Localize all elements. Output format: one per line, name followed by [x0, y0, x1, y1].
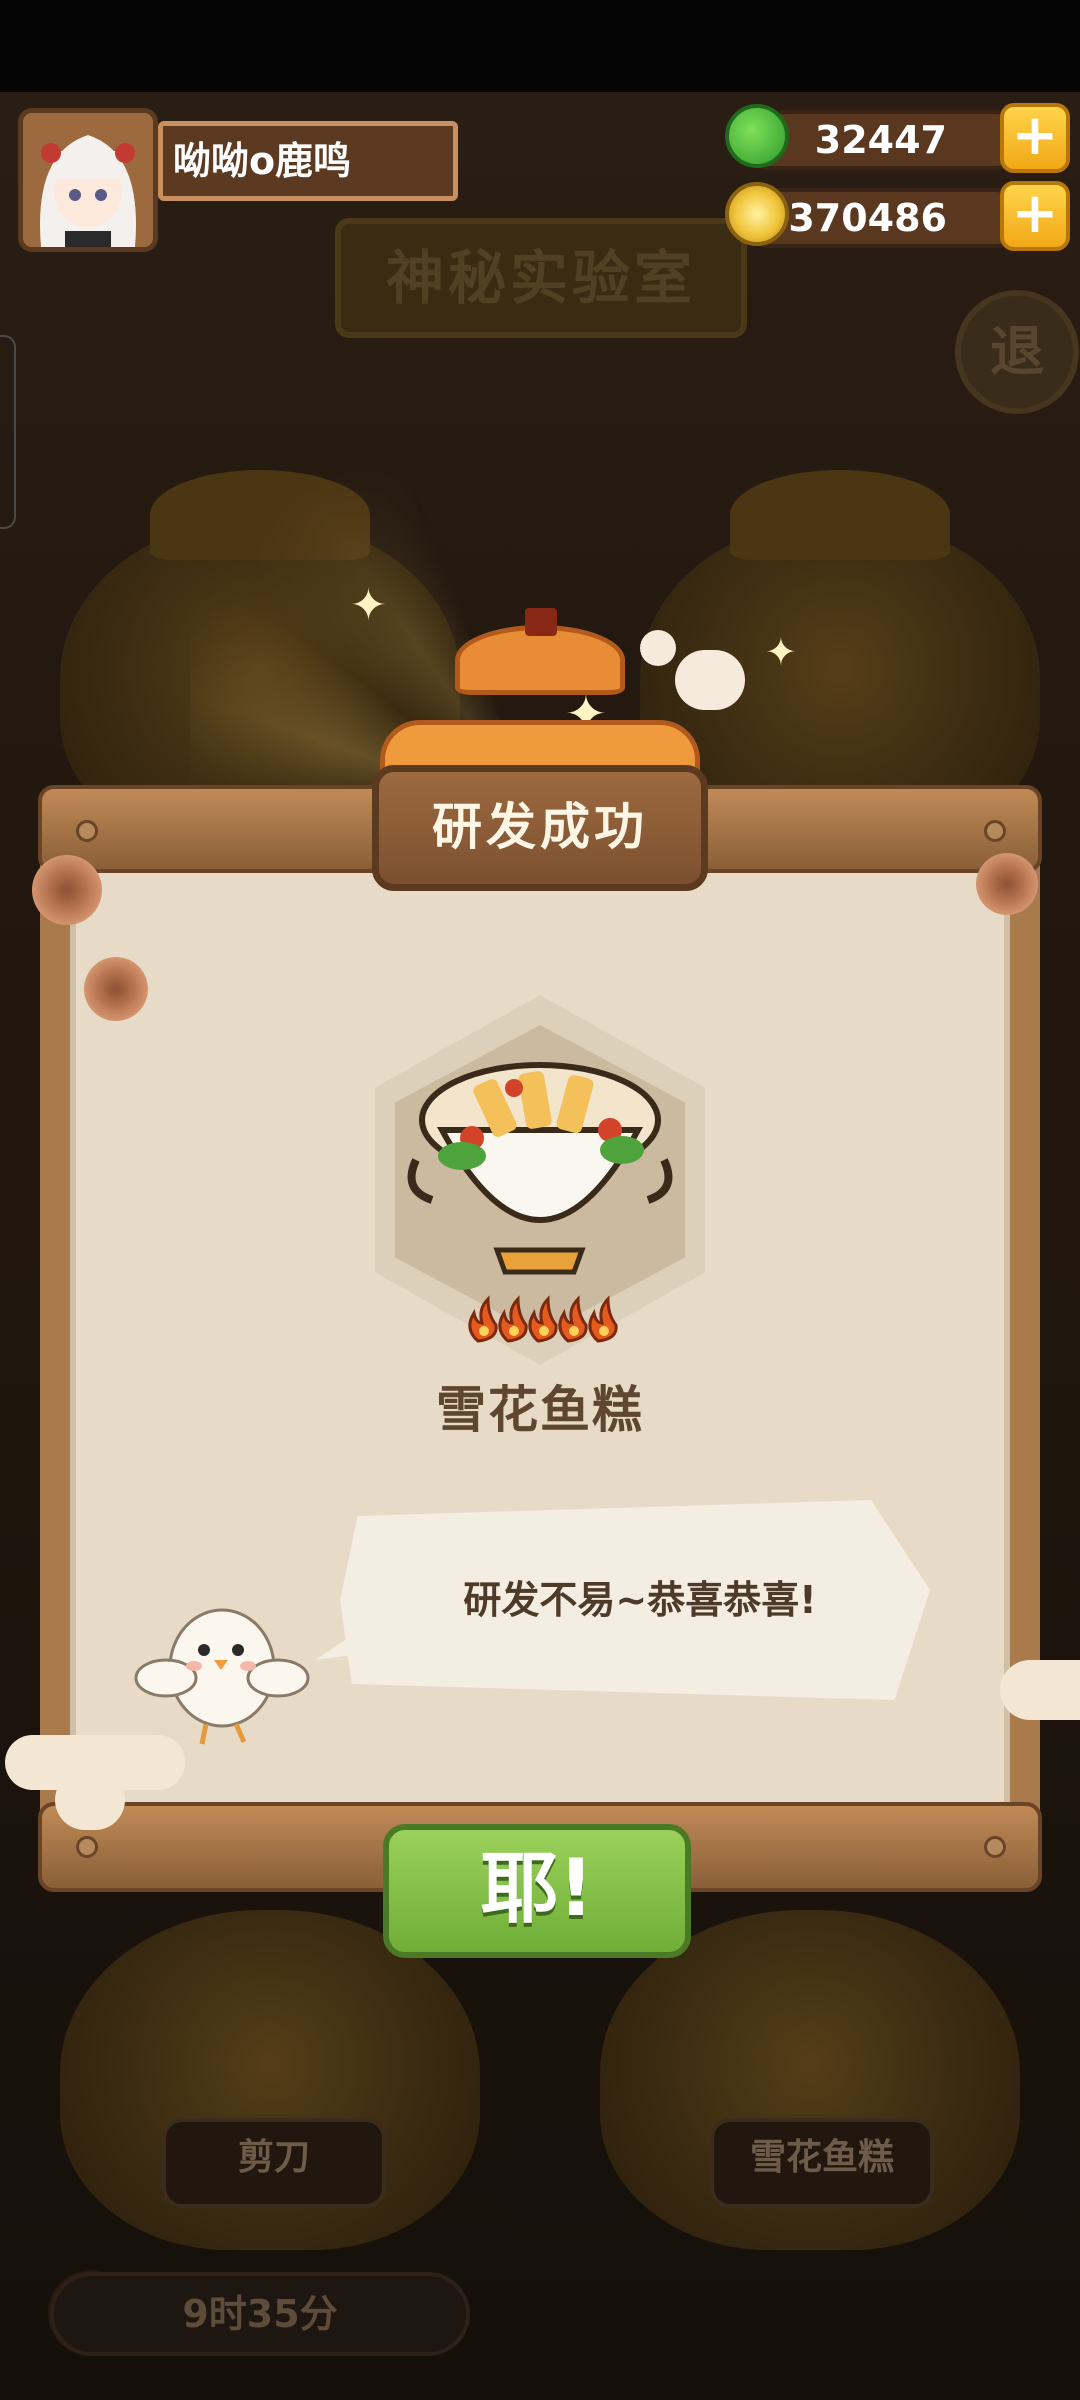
rivet [76, 820, 98, 842]
flower-ornament [84, 957, 148, 1021]
avatar-portrait [23, 113, 153, 247]
speech-message: 研发不易~恭喜恭喜! [463, 1578, 817, 1622]
steam-cloud [640, 630, 676, 666]
chick-mascot-icon [134, 1608, 310, 1745]
confirm-button[interactable]: 耶! [383, 1824, 691, 1958]
steam-cloud [675, 650, 745, 710]
cloud-ornament [1000, 1660, 1080, 1720]
side-drawer-handle[interactable] [0, 335, 16, 529]
rivet [984, 1836, 1006, 1858]
dialog-title: 研发成功 [372, 765, 708, 891]
rivet [76, 1836, 98, 1858]
dish-image [407, 1062, 673, 1275]
jade-icon [725, 104, 789, 168]
lab-title: 神秘实验室 [335, 218, 747, 338]
sparkle-icon: ✦ [350, 580, 387, 631]
add-coins-button[interactable]: + [1000, 181, 1070, 251]
timer-display: 9时35分 [50, 2272, 470, 2356]
flower-ornament [32, 855, 102, 925]
add-jade-button[interactable]: + [1000, 103, 1070, 173]
coin-icon [725, 182, 789, 246]
left-pot-label: 剪刀 [162, 2118, 386, 2208]
player-avatar[interactable] [18, 108, 158, 252]
status-bar [0, 0, 1080, 92]
rivet [984, 820, 1006, 842]
back-button[interactable]: 退 [955, 290, 1079, 414]
player-name: 呦呦o鹿鸣 [158, 121, 458, 201]
flame-rating-icons [468, 1295, 618, 1343]
dish-name: 雪花鱼糕 [436, 1381, 644, 1439]
cloud-ornament [55, 1770, 125, 1830]
sparkle-icon: ✦ [765, 630, 797, 674]
flower-ornament [976, 853, 1038, 915]
rating-flames [462, 1295, 622, 1345]
right-pot-label: 雪花鱼糕 [710, 2118, 934, 2208]
pot-lid-knob [525, 608, 557, 636]
